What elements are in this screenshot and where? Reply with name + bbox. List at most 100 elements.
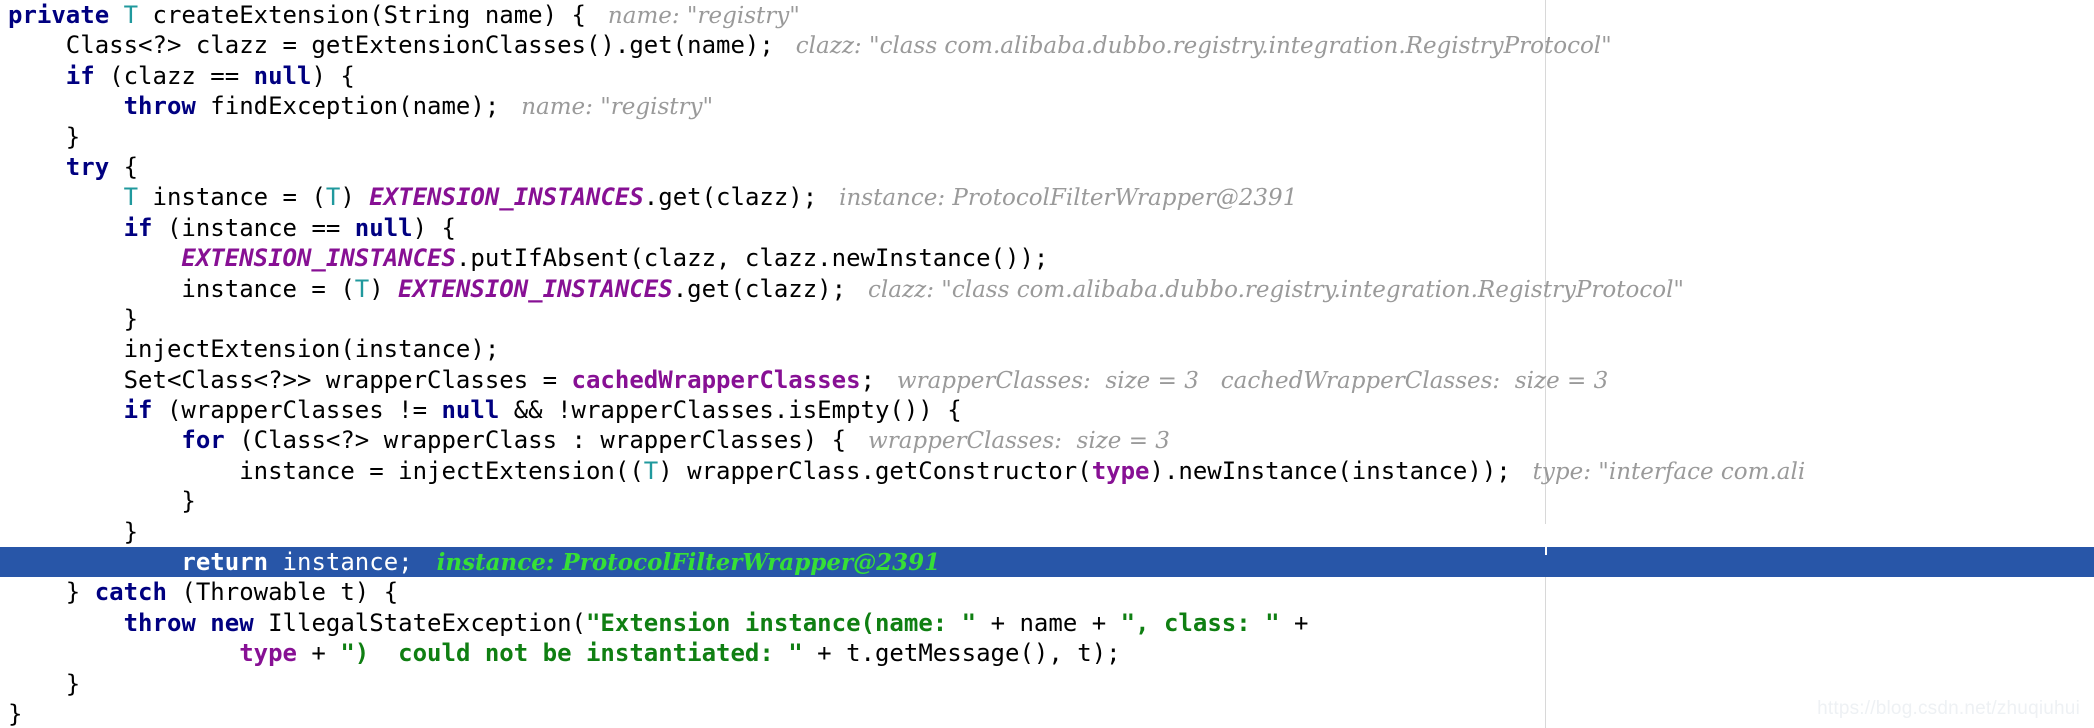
keyword-token: catch — [94, 578, 167, 607]
inline-debug-hint: name: "registry" — [499, 94, 714, 121]
field-token: cachedWrapperClasses — [571, 365, 861, 394]
code-line[interactable]: throw findException(name); name: "regist… — [0, 91, 2094, 121]
code-area[interactable]: private T createExtension(String name) {… — [0, 0, 2094, 728]
keyword-token: if — [123, 213, 153, 242]
code-token: (instance == — [152, 213, 355, 242]
code-token: instance; — [268, 548, 413, 577]
code-line[interactable]: } — [0, 517, 2094, 547]
keyword-token: private — [8, 1, 124, 29]
inline-debug-hint: instance: ProtocolFilterWrapper@2391 — [412, 549, 941, 577]
inline-debug-hint: name: "registry" — [585, 3, 800, 29]
code-line[interactable]: instance = injectExtension((T) wrapperCl… — [0, 456, 2094, 486]
keyword-token: if — [123, 396, 153, 425]
code-line[interactable]: private T createExtension(String name) {… — [0, 0, 2094, 30]
code-line[interactable]: } — [0, 669, 2094, 699]
keyword-token: null — [354, 213, 413, 242]
code-token: + — [1279, 608, 1309, 637]
keyword-token: for — [181, 426, 225, 455]
code-line[interactable]: instance = (T) EXTENSION_INSTANCES.get(c… — [0, 274, 2094, 304]
string-literal-token: ", class: " — [1120, 608, 1280, 637]
code-line[interactable]: if (instance == null) { — [0, 213, 2094, 243]
code-token: ) { — [311, 61, 355, 90]
code-line[interactable]: Set<Class<?>> wrapperClasses = cachedWra… — [0, 365, 2094, 395]
code-line[interactable]: throw new IllegalStateException("Extensi… — [0, 608, 2094, 638]
type-parameter-token: T — [325, 183, 341, 212]
keyword-token: throw — [123, 92, 196, 121]
code-token: instance = injectExtension(( — [8, 456, 644, 485]
code-line[interactable]: } — [0, 122, 2094, 152]
inline-debug-hint: wrapperClasses: size = 3 cachedWrapperCl… — [874, 367, 1609, 394]
inline-debug-hint: type: "interface com.ali — [1510, 458, 1806, 485]
code-line[interactable]: } — [0, 486, 2094, 516]
static-field-token: EXTENSION_INSTANCES — [181, 244, 456, 273]
field-token: type — [239, 639, 297, 668]
code-token: Class<?> clazz = getExtensionClasses().g… — [8, 31, 774, 60]
code-token: (Throwable t) { — [166, 578, 399, 607]
code-token: .putIfAbsent(clazz, clazz.newInstance())… — [455, 244, 1049, 273]
code-line[interactable]: for (Class<?> wrapperClass : wrapperClas… — [0, 425, 2094, 455]
type-parameter-token: T — [643, 456, 659, 485]
code-token: createExtension(String name) { — [138, 1, 586, 29]
string-literal-token: ") could not be instantiated: " — [340, 639, 803, 668]
code-token: && !wrapperClasses.isEmpty()) { — [499, 396, 962, 425]
field-token: type — [1091, 456, 1150, 485]
inline-debug-hint: instance: ProtocolFilterWrapper@2391 — [817, 185, 1298, 212]
keyword-token: throw new — [123, 608, 254, 637]
code-line[interactable]: type + ") could not be instantiated: " +… — [0, 638, 2094, 668]
code-token: } — [8, 669, 81, 698]
keyword-token: return — [181, 548, 269, 577]
code-token: instance = ( — [138, 183, 326, 212]
inline-debug-hint: clazz: "class com.alibaba.dubbo.registry… — [773, 33, 1612, 60]
code-token: (wrapperClasses != — [152, 396, 442, 425]
code-line[interactable]: } catch (Throwable t) { — [0, 577, 2094, 607]
type-parameter-token: T — [123, 1, 139, 29]
code-token: Set<Class<?>> wrapperClasses = — [8, 365, 572, 394]
code-token: + t.getMessage(), t); — [802, 639, 1121, 668]
code-line[interactable]: if (clazz == null) { — [0, 61, 2094, 91]
code-line[interactable]: Class<?> clazz = getExtensionClasses().g… — [0, 30, 2094, 60]
code-line[interactable]: try { — [0, 152, 2094, 182]
code-token: } — [8, 122, 81, 151]
code-token: ) wrapperClass.getConstructor( — [658, 456, 1092, 485]
code-token: ; — [860, 365, 875, 394]
code-token: .get(clazz); — [672, 274, 847, 303]
code-line[interactable]: EXTENSION_INSTANCES.putIfAbsent(clazz, c… — [0, 243, 2094, 273]
code-line[interactable]: } — [0, 699, 2094, 728]
code-token: + name + — [976, 608, 1121, 637]
code-line[interactable]: if (wrapperClasses != null && !wrapperCl… — [0, 395, 2094, 425]
code-token: .get(clazz); — [643, 183, 818, 212]
type-parameter-token: T — [354, 274, 370, 303]
code-line[interactable]: injectExtension(instance); — [0, 334, 2094, 364]
code-line[interactable]: } — [0, 304, 2094, 334]
code-line-highlighted[interactable]: return instance; instance: ProtocolFilte… — [0, 547, 2094, 578]
code-token: ).newInstance(instance)); — [1149, 456, 1511, 485]
code-token: } — [8, 304, 139, 333]
keyword-token: try — [65, 152, 110, 181]
code-editor[interactable]: private T createExtension(String name) {… — [0, 0, 2094, 728]
text-caret — [1545, 524, 1547, 555]
inline-debug-hint: clazz: "class com.alibaba.dubbo.registry… — [846, 276, 1685, 303]
keyword-token: null — [441, 396, 500, 425]
code-token: IllegalStateException( — [253, 608, 586, 637]
code-token: injectExtension(instance); — [8, 335, 500, 364]
code-token: } — [8, 487, 196, 516]
code-line[interactable]: T instance = (T) EXTENSION_INSTANCES.get… — [0, 182, 2094, 212]
code-token: ) — [340, 183, 370, 212]
code-token: } — [8, 578, 95, 607]
code-token: ) { — [412, 213, 456, 242]
string-literal-token: "Extension instance(name: " — [585, 608, 977, 637]
code-token: } — [8, 517, 139, 546]
code-token: (clazz == — [94, 61, 254, 90]
watermark-text: https://blog.csdn.net/zhuqiuhui — [1817, 698, 2080, 719]
